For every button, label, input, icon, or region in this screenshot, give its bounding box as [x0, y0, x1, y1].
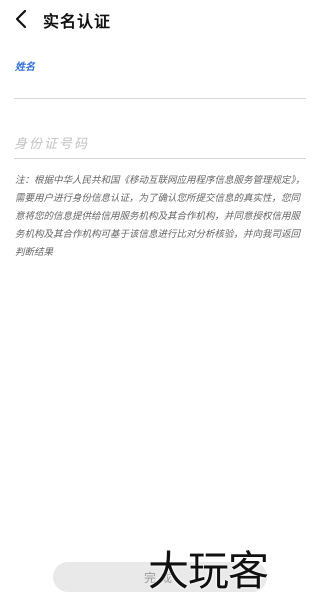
id-number-input[interactable]	[14, 132, 306, 156]
name-divider	[14, 98, 306, 99]
watermark-logo: 大玩客	[148, 547, 269, 595]
page-title: 实名认证	[43, 12, 112, 31]
app-header: 实名认证	[0, 0, 320, 38]
name-label: 姓名	[15, 62, 35, 73]
verification-notice: 注：根据中华人民共和国《移动互联网应用程序信息服务管理规定》，需要用户进行身份信…	[15, 175, 305, 258]
name-input[interactable]	[14, 72, 306, 96]
chevron-left-icon	[15, 9, 27, 29]
back-button[interactable]	[10, 7, 32, 31]
id-divider	[14, 158, 306, 159]
